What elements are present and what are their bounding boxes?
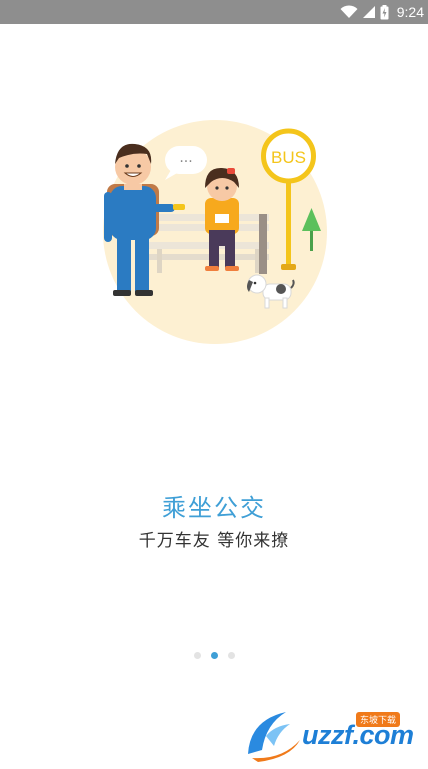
- pager-indicator: [0, 650, 428, 660]
- battery-charging-icon: [380, 4, 389, 19]
- status-time: 9:24: [396, 4, 424, 20]
- onboarding-screen: 9:24 BUS ... 乘坐公交 千万车友 等你来撩 东坡下载 uzzf.co…: [0, 0, 428, 769]
- pager-dot-1[interactable]: [193, 651, 201, 659]
- onboarding-subline: 千万车友 等你来撩: [138, 531, 290, 551]
- watermark-logo: 东坡下载 uzzf.com: [240, 702, 426, 764]
- bubble-text: ...: [179, 150, 192, 166]
- signal-icon: [362, 6, 375, 18]
- status-bar: 9:24: [0, 0, 428, 24]
- watermark-text: uzzf.com: [302, 720, 414, 750]
- pager-dot-2-active[interactable]: [210, 651, 218, 659]
- pager-dot-3[interactable]: [227, 651, 235, 659]
- onboarding-headline: 乘坐公交: [162, 494, 266, 522]
- status-icons: 9:24: [340, 0, 424, 24]
- swoosh-icon: [248, 712, 300, 762]
- bus-stop-illustration: BUS ...: [103, 120, 327, 344]
- wifi-icon: [340, 5, 358, 18]
- bus-sign-text: BUS: [271, 148, 306, 167]
